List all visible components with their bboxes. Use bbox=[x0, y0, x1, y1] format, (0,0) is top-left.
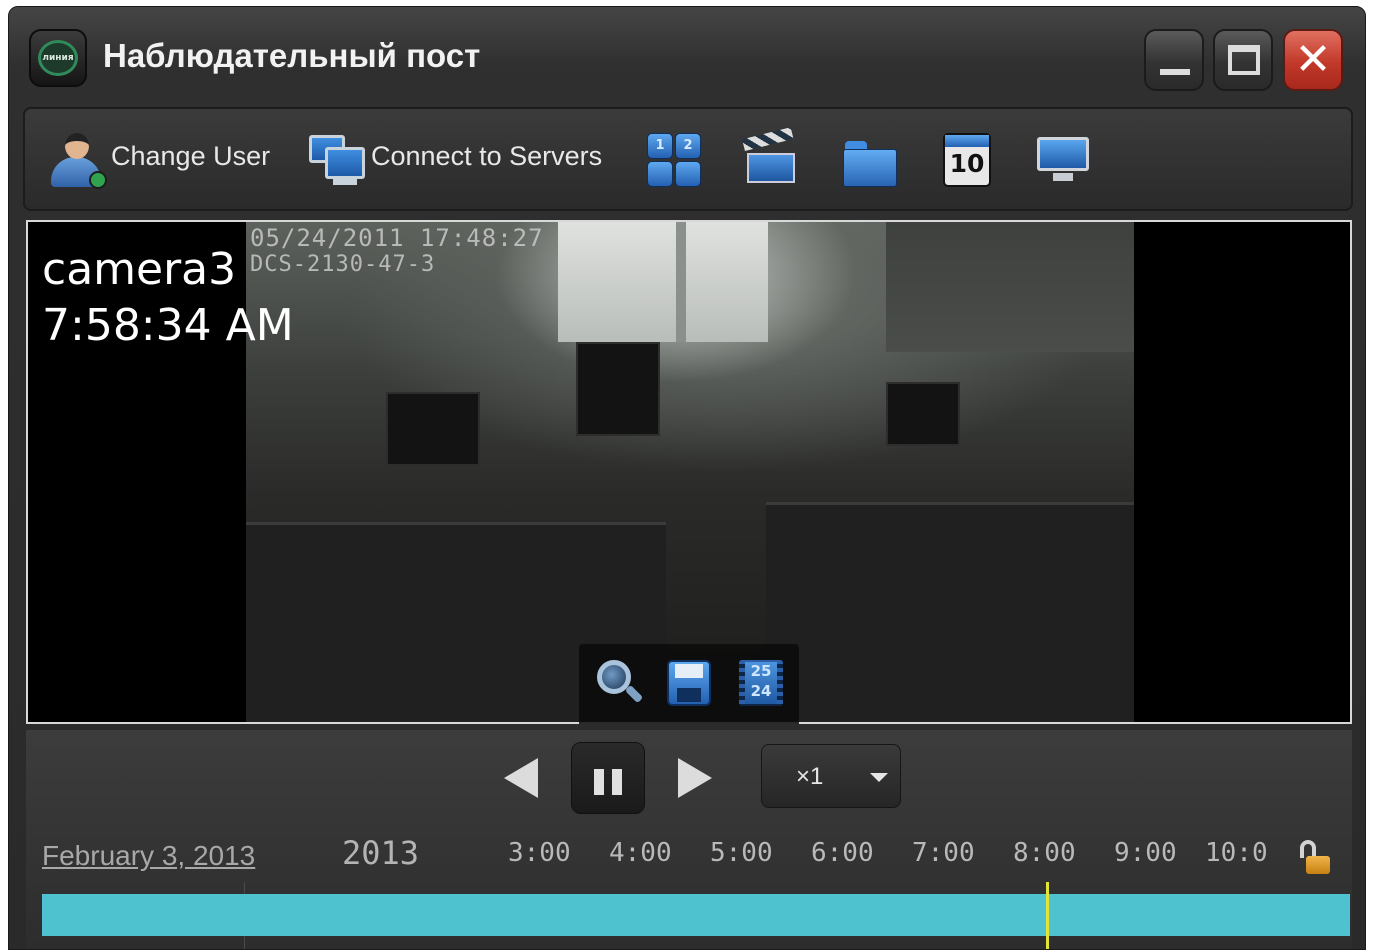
timeline-tick: 10:0 bbox=[1205, 838, 1268, 868]
chevron-down-icon bbox=[870, 773, 888, 782]
clapperboard-icon[interactable] bbox=[742, 127, 799, 187]
speed-value: ×1 bbox=[796, 763, 824, 790]
fps-bottom: 24 bbox=[750, 682, 772, 700]
osd-datetime: 05/24/2011 17:48:27 bbox=[250, 224, 544, 252]
window-title: Наблюдательный пост bbox=[103, 37, 481, 74]
timeline-track[interactable] bbox=[42, 894, 1350, 936]
calendar-day: 10 bbox=[949, 149, 985, 178]
timeline-tick: 7:00 bbox=[912, 838, 975, 868]
feed-blind bbox=[886, 222, 1134, 352]
folder-icon[interactable] bbox=[841, 131, 897, 187]
maximize-icon bbox=[1228, 45, 1260, 75]
save-icon[interactable] bbox=[659, 654, 715, 710]
maximize-button[interactable] bbox=[1213, 29, 1273, 91]
previous-frame-button[interactable] bbox=[504, 758, 538, 798]
feed-chair bbox=[576, 342, 660, 436]
minimize-icon bbox=[1160, 69, 1190, 75]
timeline-tick: 4:00 bbox=[609, 838, 672, 868]
close-icon: ✕ bbox=[1294, 34, 1332, 85]
pause-icon bbox=[612, 769, 622, 795]
fps-top: 25 bbox=[750, 662, 772, 680]
zoom-icon[interactable] bbox=[587, 654, 644, 710]
connect-servers-label: Connect to Servers bbox=[371, 141, 603, 171]
minimize-button[interactable] bbox=[1144, 29, 1204, 91]
timeline-tick: 5:00 bbox=[710, 838, 773, 868]
monitor-icon[interactable] bbox=[1035, 131, 1091, 187]
logo-text: линия bbox=[42, 53, 74, 63]
pause-button[interactable] bbox=[571, 742, 645, 814]
timeline-tick: 3:00 bbox=[508, 838, 571, 868]
toolbar: Change User Connect to Servers 1 2 10 bbox=[23, 107, 1353, 211]
close-button[interactable]: ✕ bbox=[1283, 29, 1343, 91]
next-frame-button[interactable] bbox=[678, 758, 712, 798]
speed-select[interactable]: ×1 bbox=[761, 744, 901, 808]
lock-icon[interactable] bbox=[1298, 840, 1332, 874]
feed-window-light bbox=[558, 222, 768, 342]
feed-monitor bbox=[386, 392, 480, 466]
feed-monitor bbox=[886, 382, 960, 446]
camera-time: 7:58:34 AM bbox=[42, 300, 294, 351]
layout-number-2: 2 bbox=[683, 138, 693, 153]
layout-grid-icon[interactable]: 1 2 bbox=[645, 131, 701, 187]
timeline-tick: 6:00 bbox=[811, 838, 874, 868]
logo-ring: линия bbox=[38, 40, 78, 76]
timeline-tick: 9:00 bbox=[1114, 838, 1177, 868]
timeline-year: 2013 bbox=[342, 834, 420, 872]
camera-name: camera3 bbox=[42, 244, 237, 295]
feed-controls: 25 24 bbox=[579, 644, 799, 724]
layout-number-1: 1 bbox=[655, 138, 665, 153]
osd-camera-id: DCS-2130-47-3 bbox=[250, 252, 436, 277]
feed-desk bbox=[766, 502, 1134, 722]
app-window: линия Наблюдательный пост ✕ Change User … bbox=[8, 6, 1366, 950]
timeline-tick: 8:00 bbox=[1013, 838, 1076, 868]
date-link[interactable]: February 3, 2013 bbox=[42, 840, 255, 872]
title-bar[interactable]: линия Наблюдательный пост ✕ bbox=[9, 7, 1365, 107]
app-logo-icon: линия bbox=[29, 29, 87, 87]
user-icon bbox=[49, 131, 107, 191]
timeline-cursor[interactable] bbox=[1046, 882, 1049, 949]
feed-window-frame bbox=[676, 222, 686, 342]
change-user-button[interactable]: Change User bbox=[25, 109, 287, 209]
pause-icon bbox=[594, 769, 604, 795]
calendar-icon[interactable]: 10 bbox=[939, 131, 995, 187]
playback-panel: ×1 February 3, 2013 2013 3:00 4:00 5:00 … bbox=[26, 730, 1352, 949]
servers-icon bbox=[307, 131, 367, 189]
video-viewport[interactable]: 05/24/2011 17:48:27 DCS-2130-47-3 camera… bbox=[26, 220, 1352, 724]
fps-icon[interactable]: 25 24 bbox=[731, 654, 787, 710]
connect-servers-button[interactable]: Connect to Servers bbox=[297, 109, 629, 209]
change-user-label: Change User bbox=[111, 141, 271, 171]
